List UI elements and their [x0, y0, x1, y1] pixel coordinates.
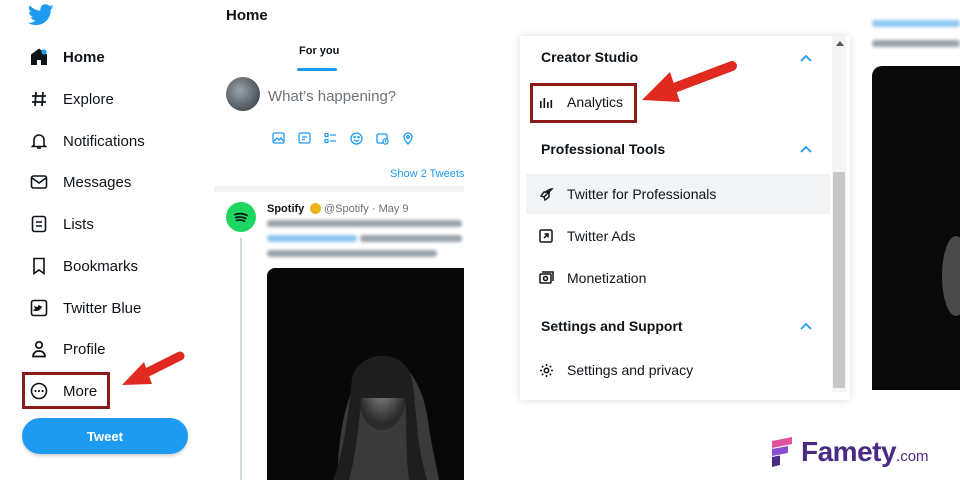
person-icon — [28, 338, 50, 360]
money-icon — [538, 270, 554, 286]
sidebar-item-bookmarks[interactable]: Bookmarks — [28, 252, 138, 280]
blurred-tweet-text — [872, 40, 960, 47]
menu-item-settings-and-privacy[interactable]: Settings and privacy — [526, 350, 830, 390]
blurred-tweet-link — [267, 235, 357, 242]
divider — [214, 186, 464, 192]
sidebar-item-label: Profile — [63, 340, 106, 358]
right-timeline-fragment — [864, 0, 960, 480]
active-tab-indicator — [297, 68, 337, 71]
analytics-highlight-box — [530, 83, 637, 123]
poll-icon[interactable] — [322, 131, 338, 145]
section-professional-tools[interactable]: Professional Tools — [541, 141, 665, 157]
famety-watermark: Famety .com — [770, 436, 929, 468]
tweet-button[interactable]: Tweet — [22, 418, 188, 454]
gif-icon[interactable] — [296, 131, 312, 145]
twitter-blue-icon — [28, 297, 50, 319]
arrow-to-analytics-icon — [642, 61, 737, 102]
chevron-up-icon[interactable] — [800, 54, 812, 62]
emoji-icon[interactable] — [348, 131, 364, 145]
chevron-up-icon[interactable] — [800, 322, 812, 330]
sidebar-item-label: Lists — [63, 215, 94, 233]
schedule-icon[interactable] — [374, 131, 390, 145]
blurred-tweet-text — [267, 220, 462, 227]
sidebar-item-profile[interactable]: Profile — [28, 335, 106, 363]
menu-item-label: Twitter Ads — [567, 228, 636, 244]
blurred-tweet-text — [267, 250, 437, 257]
menu-item-monetization[interactable]: Monetization — [526, 258, 830, 298]
hashtag-icon — [28, 88, 50, 110]
watermark-brand: Famety — [801, 436, 897, 467]
chevron-up-icon[interactable] — [800, 145, 812, 153]
scroll-up-arrow-icon[interactable] — [836, 41, 844, 46]
sidebar-item-home[interactable]: Home — [28, 43, 105, 71]
sidebar-item-label: Messages — [63, 173, 132, 191]
sidebar-item-explore[interactable]: Explore — [28, 85, 114, 113]
rocket-icon — [538, 186, 554, 202]
watermark-suffix: .com — [896, 448, 929, 465]
bookmark-icon — [28, 255, 50, 277]
home-icon — [28, 46, 50, 68]
menu-item-twitter-for-professionals[interactable]: Twitter for Professionals — [526, 174, 830, 214]
famety-logo-icon — [772, 437, 792, 467]
page-title: Home — [226, 7, 268, 24]
home-timeline: Home For you What’s happening? Show 2 Tw… — [214, 0, 464, 480]
portrait-photo-fragment — [942, 236, 960, 316]
gear-icon — [538, 362, 554, 378]
show-new-tweets-link[interactable]: Show 2 Tweets — [390, 168, 464, 180]
spotify-icon — [234, 212, 248, 222]
sidebar-item-label: Home — [63, 48, 105, 66]
bell-icon — [28, 130, 50, 152]
sidebar-item-label: Bookmarks — [63, 257, 139, 275]
tab-for-you[interactable]: For you — [299, 45, 339, 57]
more-highlight-box — [22, 372, 110, 409]
avatar[interactable] — [226, 77, 260, 111]
twitter-logo-icon[interactable] — [28, 4, 54, 26]
tweet-author[interactable]: Spotify — [267, 203, 304, 215]
sidebar-item-twitter-blue[interactable]: Twitter Blue — [28, 294, 141, 322]
arrow-to-more-icon — [122, 351, 185, 385]
envelope-icon — [28, 171, 50, 193]
external-arrow-icon — [538, 228, 554, 244]
tweet-meta: @Spotify · May 9 — [324, 203, 409, 215]
blurred-link-text — [872, 20, 960, 27]
portrait-photo — [333, 355, 439, 480]
sidebar-item-label: Twitter Blue — [63, 299, 142, 317]
section-creator-studio[interactable]: Creator Studio — [541, 49, 638, 65]
left-sidebar: Home Explore Notifications Messages List… — [0, 0, 214, 480]
sidebar-item-label: Notifications — [63, 132, 145, 150]
sidebar-item-notifications[interactable]: Notifications — [28, 127, 145, 155]
location-icon[interactable] — [400, 131, 416, 145]
thread-line — [240, 238, 242, 480]
verified-badge-icon — [310, 203, 321, 214]
tweet-media-image[interactable] — [872, 66, 960, 390]
list-icon — [28, 213, 50, 235]
menu-item-label: Monetization — [567, 270, 647, 286]
compose-input[interactable]: What’s happening? — [268, 88, 396, 105]
sidebar-item-label: Explore — [63, 90, 114, 108]
scrollbar-thumb[interactable] — [833, 172, 845, 388]
spotify-avatar[interactable] — [226, 202, 256, 232]
compose-toolbar — [270, 131, 416, 145]
sidebar-item-messages[interactable]: Messages — [28, 168, 131, 196]
menu-item-twitter-ads[interactable]: Twitter Ads — [526, 216, 830, 256]
menu-item-label: Twitter for Professionals — [567, 186, 717, 202]
sidebar-item-lists[interactable]: Lists — [28, 210, 94, 238]
menu-item-label: Settings and privacy — [567, 362, 694, 378]
image-icon[interactable] — [270, 131, 286, 145]
blurred-tweet-text — [360, 235, 462, 242]
section-settings-and-support[interactable]: Settings and Support — [541, 318, 683, 334]
tweet-media-image[interactable] — [267, 268, 464, 480]
